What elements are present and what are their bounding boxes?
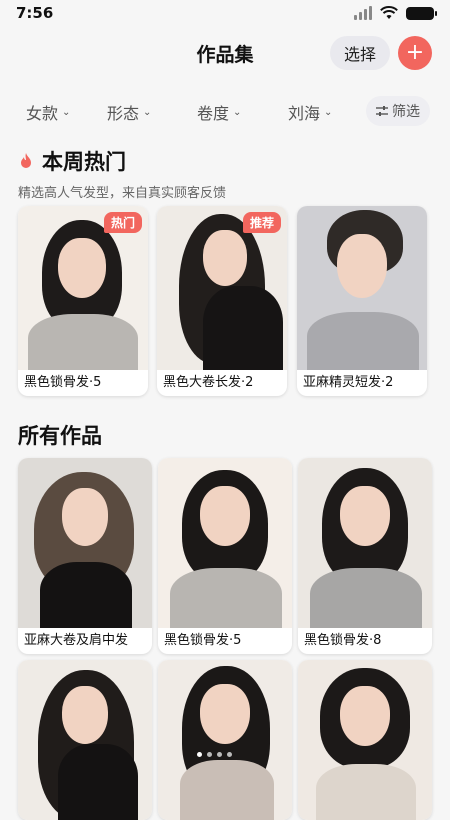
work-card-1[interactable]: 亚麻大卷及肩中发 [18,458,152,654]
hot-section-title: 本周热门 [42,150,126,174]
nav-bar: 作品集 选择 + [0,28,450,78]
hairstyle-photo [18,660,152,820]
card-label: 亚麻精灵短发·2 [303,375,394,390]
select-button[interactable]: 选择 [330,36,390,70]
filter-curl[interactable]: 卷度 ⌄ [197,100,241,124]
hot-section-subtitle: 精选高人气发型，来自真实顾客反馈 [18,186,227,201]
hot-section-header: 本周热门 精选高人气发型，来自真实顾客反馈 [18,146,226,201]
status-icons [354,6,437,20]
status-time: 7:56 [16,4,54,22]
work-card-5[interactable] [158,660,292,820]
hairstyle-photo [298,660,432,820]
chevron-down-icon: ⌄ [324,106,333,118]
work-card-2[interactable]: 黑色锁骨发·5 [158,458,292,654]
work-card-4[interactable] [18,660,152,820]
card-label: 黑色锁骨发·5 [164,633,242,648]
add-button[interactable]: + [398,36,432,70]
hot-badge: 热门 [103,212,142,233]
card-label: 亚麻大卷及肩中发 [24,633,129,648]
hairstyle-photo [298,458,432,628]
wifi-icon [380,6,398,19]
filter-shape[interactable]: 形态 ⌄ [107,100,151,124]
chevron-down-icon: ⌄ [143,106,152,118]
card-label: 黑色锁骨发·5 [24,375,102,390]
sliders-icon [376,106,388,116]
hairstyle-photo [297,206,427,370]
card-label: 黑色大卷长发·2 [163,375,254,390]
chevron-down-icon: ⌄ [233,106,242,118]
filter-bar: 女款 ⌄ 形态 ⌄ 卷度 ⌄ 刘海 ⌄ 筛选 [0,92,450,132]
page-indicator [197,752,232,757]
all-section-title: 所有作品 [18,424,102,448]
hot-card-3[interactable]: 亚麻精灵短发·2 [297,206,427,396]
filter-button[interactable]: 筛选 [366,96,430,126]
recommend-badge: 推荐 [242,212,281,233]
work-card-3[interactable]: 黑色锁骨发·8 [298,458,432,654]
filter-gender[interactable]: 女款 ⌄ [26,100,70,124]
work-card-6[interactable] [298,660,432,820]
flame-icon [21,153,31,168]
hot-card-2[interactable]: 推荐 黑色大卷长发·2 [157,206,287,396]
card-label: 黑色锁骨发·8 [304,633,382,648]
signal-icon [354,6,372,20]
hairstyle-photo [18,458,152,628]
hairstyle-photo [158,458,292,628]
chevron-down-icon: ⌄ [62,106,71,118]
status-bar: 7:56 [0,0,450,28]
battery-icon [406,6,437,20]
hot-card-1[interactable]: 热门 黑色锁骨发·5 [18,206,148,396]
filter-bangs[interactable]: 刘海 ⌄ [288,100,332,124]
hairstyle-photo [158,660,292,820]
